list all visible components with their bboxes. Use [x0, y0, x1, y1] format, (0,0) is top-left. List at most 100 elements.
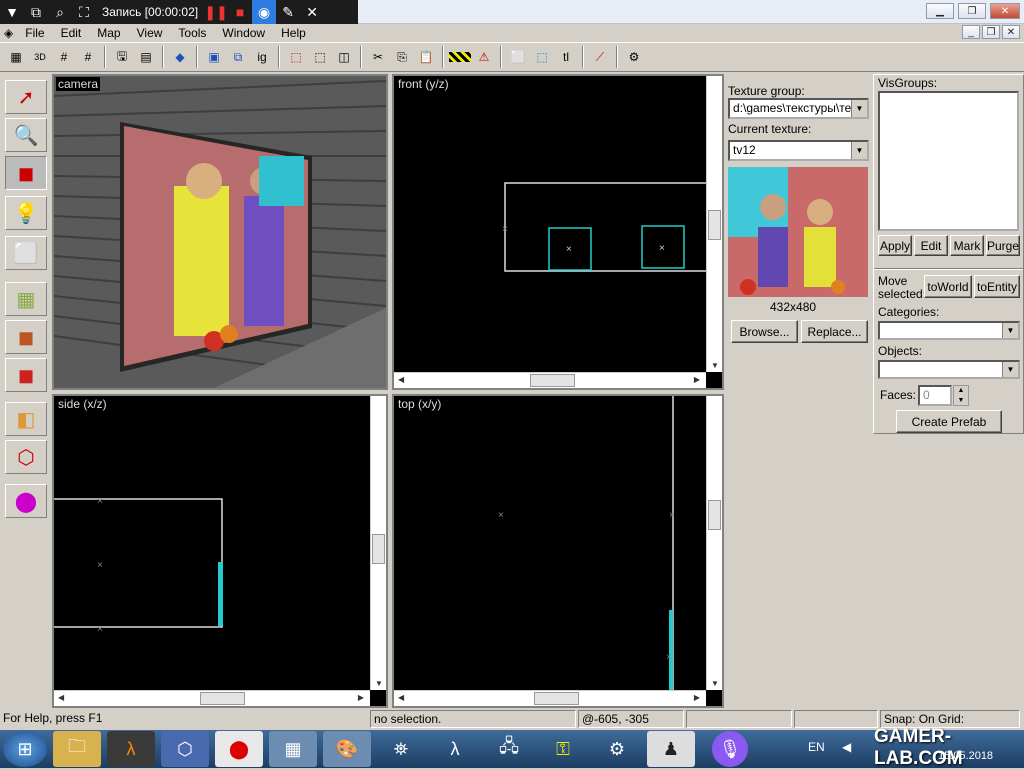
magnify-tool-icon[interactable]: 🔍: [5, 118, 47, 152]
microphone-icon[interactable]: 🎙: [712, 731, 748, 767]
search-icon[interactable]: ⌕: [48, 0, 72, 24]
3d-grid-icon[interactable]: 3D: [29, 46, 51, 68]
vertex-tool-icon[interactable]: ⬡: [5, 440, 47, 474]
start-button[interactable]: ⊞: [3, 731, 47, 767]
replace-button[interactable]: Replace...: [801, 320, 868, 343]
toggle-texture-lock-icon[interactable]: ◆: [169, 46, 191, 68]
ignore-groups-button[interactable]: ig: [251, 46, 273, 68]
menu-tools[interactable]: Tools: [170, 24, 214, 42]
top-vscrollbar[interactable]: ▼: [706, 396, 722, 690]
selection-handles-icon[interactable]: ⬚: [531, 46, 553, 68]
top-hscrollbar[interactable]: ◀ ▶: [394, 690, 706, 706]
mdi-restore-button[interactable]: ❐: [982, 25, 1000, 39]
visgroups-list[interactable]: [878, 91, 1019, 231]
camera-icon[interactable]: ◉: [252, 0, 277, 24]
texture-application-icon[interactable]: ▦: [5, 282, 47, 316]
calculator-icon[interactable]: ▦: [269, 731, 317, 767]
show-all-icon[interactable]: ◫: [333, 46, 355, 68]
menu-map[interactable]: Map: [89, 24, 128, 42]
create-prefab-button[interactable]: Create Prefab: [896, 410, 1002, 433]
save-window-state-icon[interactable]: ▤: [135, 46, 157, 68]
selection-bounds-icon[interactable]: ⬜: [507, 46, 529, 68]
group-icon[interactable]: ▣: [203, 46, 225, 68]
block-tool-icon[interactable]: ⬜: [5, 236, 47, 270]
mdi-minimize-button[interactable]: _: [962, 25, 980, 39]
faces-input[interactable]: 0: [918, 385, 952, 406]
grid-larger-icon[interactable]: #: [77, 46, 99, 68]
carve-icon[interactable]: [449, 52, 471, 62]
hammer-icon[interactable]: ⬡: [161, 731, 209, 767]
front-hscroll-thumb[interactable]: [530, 374, 575, 387]
window-icon[interactable]: ⧉: [24, 0, 48, 24]
grid-icon[interactable]: ▦: [5, 46, 27, 68]
recorder-icon[interactable]: ⬤: [215, 731, 263, 767]
to-world-button[interactable]: toWorld: [924, 275, 972, 298]
current-texture-select[interactable]: tv12 ▼: [728, 140, 869, 161]
apply-button[interactable]: Apply: [878, 235, 912, 256]
texture-lock-button[interactable]: tl: [555, 46, 577, 68]
menu-view[interactable]: View: [129, 24, 171, 42]
menu-help[interactable]: Help: [273, 24, 314, 42]
pen-icon[interactable]: ✎: [276, 0, 300, 24]
settings-icon[interactable]: ⚙: [593, 731, 641, 767]
close-button[interactable]: ✕: [990, 3, 1020, 19]
browse-button[interactable]: Browse...: [731, 320, 798, 343]
recorder-menu-icon[interactable]: ▼: [0, 0, 24, 24]
cut-icon[interactable]: ✂: [367, 46, 389, 68]
side-viewport[interactable]: × × × side (x/z) ▼ ◀ ▶: [52, 394, 388, 708]
vertex-manipulation-icon[interactable]: ⟋: [589, 46, 611, 68]
menu-file[interactable]: File: [17, 24, 52, 42]
compile-icon[interactable]: ⚙: [623, 46, 645, 68]
language-indicator[interactable]: EN: [808, 740, 825, 754]
app-icon[interactable]: ◈: [0, 24, 17, 42]
faces-spinner[interactable]: ▲ ▼: [953, 385, 969, 406]
minimize-button[interactable]: ▁: [926, 3, 954, 19]
restore-button[interactable]: ❐: [958, 3, 986, 19]
menu-window[interactable]: Window: [214, 24, 273, 42]
front-vscroll-thumb[interactable]: [708, 210, 721, 240]
grid-smaller-icon[interactable]: #: [53, 46, 75, 68]
camera-viewport[interactable]: camera: [52, 74, 388, 390]
notification-arrow-icon[interactable]: ◀: [842, 740, 851, 754]
side-vscroll-thumb[interactable]: [372, 534, 385, 564]
steam-icon[interactable]: λ: [431, 731, 479, 767]
stop-icon[interactable]: ■: [228, 0, 252, 24]
texture-group-select[interactable]: d:\games\текстуры\тек ▼: [728, 98, 869, 119]
selection-tool-icon[interactable]: ➚: [5, 80, 47, 114]
mdi-close-button[interactable]: ✕: [1002, 25, 1020, 39]
top-hscroll-thumb[interactable]: [534, 692, 579, 705]
purge-button[interactable]: Purge: [986, 235, 1020, 256]
paste-icon[interactable]: 📋: [415, 46, 437, 68]
to-entity-button[interactable]: toEntity: [974, 275, 1020, 298]
network-icon[interactable]: 🖧: [485, 731, 533, 767]
clipping-tool-icon[interactable]: ◧: [5, 402, 47, 436]
decal-tool-icon[interactable]: ◼: [5, 358, 47, 392]
load-window-state-icon[interactable]: 🖫: [111, 46, 133, 68]
keys-icon[interactable]: ⚿: [539, 731, 587, 767]
half-life-icon[interactable]: λ: [107, 731, 155, 767]
hide-unselected-icon[interactable]: ⬚: [309, 46, 331, 68]
top-vscroll-thumb[interactable]: [708, 500, 721, 530]
objects-select[interactable]: ▼: [878, 360, 1020, 379]
game-icon[interactable]: ⛯: [377, 731, 425, 767]
ungroup-icon[interactable]: ⧉: [227, 46, 249, 68]
clock-date[interactable]: 15.05.2018: [938, 750, 993, 762]
close-recorder-icon[interactable]: ✕: [300, 0, 324, 24]
front-vscrollbar[interactable]: ▼: [706, 76, 722, 372]
pause-icon[interactable]: ❚❚: [204, 0, 228, 24]
explorer-icon[interactable]: 🗀: [53, 731, 101, 767]
menu-edit[interactable]: Edit: [53, 24, 90, 42]
edit-button[interactable]: Edit: [914, 235, 948, 256]
front-hscrollbar[interactable]: ◀ ▶: [394, 372, 706, 388]
copy-icon[interactable]: ⎘: [391, 46, 413, 68]
front-viewport[interactable]: × × × front (y/z) ▼ ◀ ▶: [392, 74, 724, 390]
side-vscrollbar[interactable]: ▼: [370, 396, 386, 690]
entity-tool-icon[interactable]: 💡: [5, 196, 47, 230]
camera-tool-icon[interactable]: ◼: [5, 156, 47, 190]
top-viewport[interactable]: × × × top (x/y) ▼ ◀ ▶: [392, 394, 724, 708]
make-hollow-icon[interactable]: ⚠: [473, 46, 495, 68]
side-hscrollbar[interactable]: ◀ ▶: [54, 690, 370, 706]
mark-button[interactable]: Mark: [950, 235, 984, 256]
path-tool-icon[interactable]: ⬤: [5, 484, 47, 518]
side-hscroll-thumb[interactable]: [200, 692, 245, 705]
